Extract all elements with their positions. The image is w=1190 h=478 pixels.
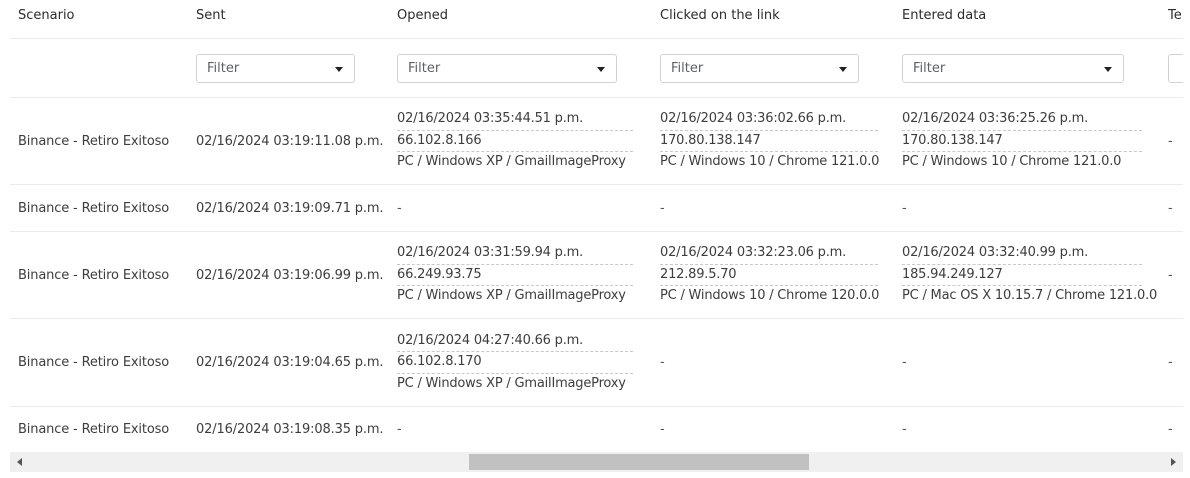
table-filter-row: Filter Filter Filter Filter	[10, 39, 1183, 98]
entered-data-cell: 02/16/2024 03:36:25.26 p.m. 170.80.138.1…	[902, 98, 1152, 184]
te-cell: -	[1168, 355, 1173, 370]
sent-filter-select[interactable]: Filter	[196, 53, 355, 83]
entered-ip: 170.80.138.147	[902, 131, 1142, 153]
clicked-ip: 212.89.5.70	[660, 265, 878, 287]
column-header-clicked[interactable]: Clicked on the link	[660, 8, 892, 23]
opened-device: PC / Windows XP / GmailImageProxy	[397, 154, 626, 170]
table-row: Binance - Retiro Exitoso 02/16/2024 03:1…	[10, 319, 1183, 407]
opened-ip: 66.102.8.166	[397, 131, 633, 153]
clicked-filter-placeholder: Filter	[671, 60, 704, 76]
opened-device: PC / Windows XP / GmailImageProxy	[397, 375, 626, 391]
opened-cell: 02/16/2024 03:31:59.94 p.m. 66.249.93.75…	[397, 232, 647, 318]
scroll-right-arrow-icon[interactable]	[1171, 458, 1176, 466]
te-filter-select[interactable]	[1168, 53, 1183, 83]
opened-cell: -	[397, 421, 402, 437]
table-header-row: Scenario Sent Opened Clicked on the link…	[10, 0, 1183, 39]
entered-data-cell: 02/16/2024 03:32:40.99 p.m. 185.94.249.1…	[902, 232, 1158, 318]
scroll-left-arrow-icon[interactable]	[17, 458, 22, 466]
sent-cell: 02/16/2024 03:19:08.35 p.m.	[196, 421, 384, 437]
clicked-ip: 170.80.138.147	[660, 131, 878, 153]
clicked-device: PC / Windows 10 / Chrome 121.0.0	[660, 154, 880, 170]
column-header-te[interactable]: Te	[1168, 8, 1183, 23]
clicked-timestamp: 02/16/2024 03:36:02.66 p.m.	[660, 109, 878, 131]
clicked-cell: -	[660, 421, 665, 437]
clicked-cell: 02/16/2024 03:32:23.06 p.m. 212.89.5.70 …	[660, 232, 892, 318]
chevron-down-icon	[597, 66, 605, 72]
scenario-cell: Binance - Retiro Exitoso	[18, 421, 170, 437]
sent-cell: 02/16/2024 03:19:06.99 p.m.	[196, 267, 384, 283]
entered-device: PC / Mac OS X 10.15.7 / Chrome 121.0.0	[902, 288, 1158, 304]
te-cell: -	[1168, 200, 1173, 216]
chevron-down-icon	[839, 66, 847, 72]
te-cell: -	[1168, 267, 1173, 283]
entered-data-cell: -	[902, 421, 907, 437]
column-header-opened[interactable]: Opened	[397, 8, 647, 23]
scenario-cell: Binance - Retiro Exitoso	[18, 355, 170, 370]
opened-device: PC / Windows XP / GmailImageProxy	[397, 288, 626, 304]
sent-filter-placeholder: Filter	[207, 60, 240, 76]
table-row: Binance - Retiro Exitoso 02/16/2024 03:1…	[10, 98, 1183, 185]
entered-data-filter-placeholder: Filter	[913, 60, 946, 76]
sent-cell: 02/16/2024 03:19:04.65 p.m.	[196, 355, 384, 370]
opened-filter-select[interactable]: Filter	[397, 53, 617, 83]
sent-cell: 02/16/2024 03:19:09.71 p.m.	[196, 200, 384, 216]
opened-timestamp: 02/16/2024 03:31:59.94 p.m.	[397, 243, 633, 265]
column-header-entered-data[interactable]: Entered data	[902, 8, 1152, 23]
entered-data-cell: -	[902, 355, 907, 370]
entered-data-filter-select[interactable]: Filter	[902, 53, 1124, 83]
table-row: Binance - Retiro Exitoso 02/16/2024 03:1…	[10, 232, 1183, 319]
entered-timestamp: 02/16/2024 03:36:25.26 p.m.	[902, 109, 1142, 131]
horizontal-scrollbar[interactable]	[10, 452, 1183, 472]
table-row: Binance - Retiro Exitoso 02/16/2024 03:1…	[10, 407, 1183, 451]
opened-ip: 66.102.8.170	[397, 352, 633, 374]
clicked-cell: 02/16/2024 03:36:02.66 p.m. 170.80.138.1…	[660, 98, 892, 184]
entered-device: PC / Windows 10 / Chrome 121.0.0	[902, 154, 1122, 170]
opened-ip: 66.249.93.75	[397, 265, 633, 287]
te-cell: -	[1168, 421, 1173, 437]
column-header-sent[interactable]: Sent	[196, 8, 392, 23]
clicked-filter-select[interactable]: Filter	[660, 53, 859, 83]
column-header-scenario[interactable]: Scenario	[18, 8, 188, 23]
chevron-down-icon	[1104, 66, 1112, 72]
scenario-cell: Binance - Retiro Exitoso	[18, 200, 170, 216]
opened-cell: 02/16/2024 03:35:44.51 p.m. 66.102.8.166…	[397, 98, 647, 184]
chevron-down-icon	[335, 66, 343, 72]
te-cell: -	[1168, 133, 1173, 149]
clicked-device: PC / Windows 10 / Chrome 120.0.0	[660, 288, 880, 304]
entered-ip: 185.94.249.127	[902, 265, 1142, 287]
opened-cell: 02/16/2024 04:27:40.66 p.m. 66.102.8.170…	[397, 319, 647, 406]
entered-timestamp: 02/16/2024 03:32:40.99 p.m.	[902, 243, 1142, 265]
clicked-cell: -	[660, 355, 665, 370]
clicked-cell: -	[660, 200, 665, 216]
results-table: Scenario Sent Opened Clicked on the link…	[10, 0, 1183, 451]
opened-timestamp: 02/16/2024 03:35:44.51 p.m.	[397, 109, 633, 131]
clicked-timestamp: 02/16/2024 03:32:23.06 p.m.	[660, 243, 878, 265]
opened-filter-placeholder: Filter	[408, 60, 441, 76]
scenario-cell: Binance - Retiro Exitoso	[18, 133, 170, 149]
opened-cell: -	[397, 200, 402, 216]
table-row: Binance - Retiro Exitoso 02/16/2024 03:1…	[10, 185, 1183, 232]
entered-data-cell: -	[902, 200, 907, 216]
sent-cell: 02/16/2024 03:19:11.08 p.m.	[196, 133, 384, 149]
scenario-cell: Binance - Retiro Exitoso	[18, 267, 170, 283]
scrollbar-thumb[interactable]	[469, 454, 809, 470]
opened-timestamp: 02/16/2024 04:27:40.66 p.m.	[397, 331, 633, 353]
